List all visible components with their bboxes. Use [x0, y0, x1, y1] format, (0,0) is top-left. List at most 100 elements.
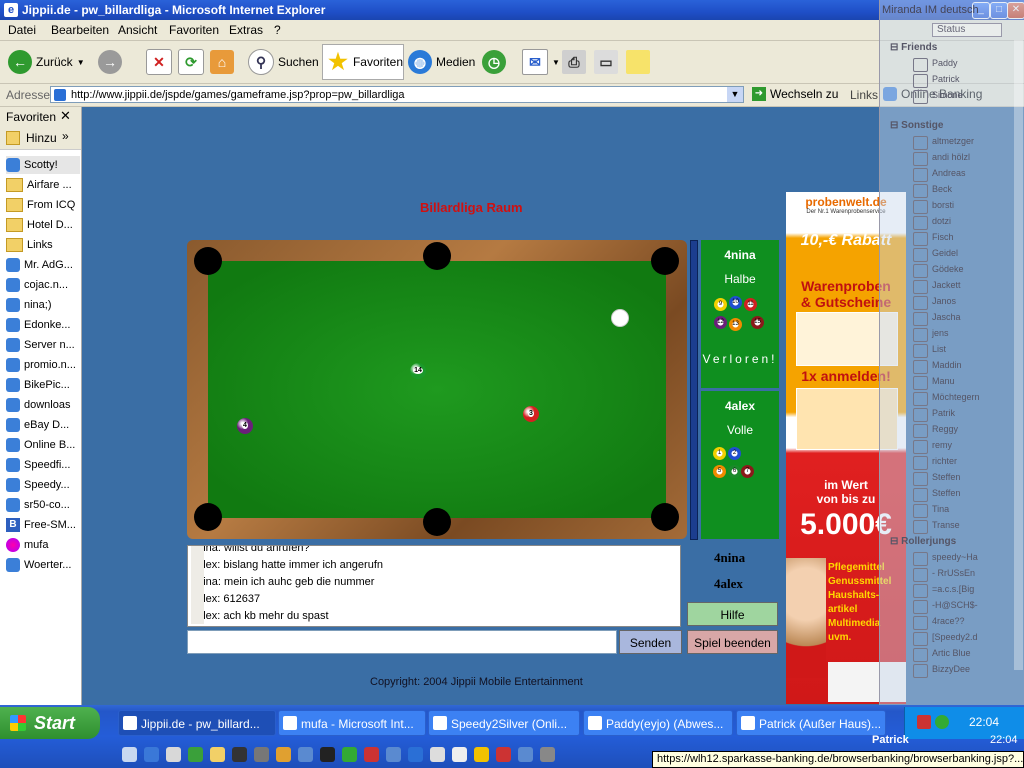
notes-button[interactable] — [626, 47, 650, 77]
home-button[interactable]: ⌂ — [210, 47, 234, 77]
menu-extras[interactable]: Extras — [229, 23, 263, 37]
contact-item[interactable]: Beck — [932, 184, 952, 194]
contact-item[interactable]: Fisch — [932, 232, 954, 242]
collapse-icon[interactable]: ⊟ — [890, 536, 898, 547]
favorite-item[interactable]: BikePic... — [6, 376, 80, 394]
collapse-icon[interactable]: ⊟ — [890, 42, 898, 53]
favorite-item[interactable]: Hotel D... — [6, 216, 80, 234]
forward-button[interactable]: → — [98, 47, 122, 77]
favorite-item[interactable]: B Free-SM... — [6, 516, 80, 534]
menu-datei[interactable]: Datei — [8, 23, 36, 37]
favorite-item[interactable]: eBay D... — [6, 416, 80, 434]
contact-item[interactable]: Paddy — [932, 58, 958, 68]
help-button[interactable]: Hilfe — [687, 602, 778, 626]
links-label[interactable]: Links — [850, 88, 878, 102]
quick-launch-icon[interactable] — [122, 747, 137, 762]
contact-item[interactable]: Patrick — [932, 74, 960, 84]
favorite-item[interactable]: Server n... — [6, 336, 80, 354]
quick-launch-icon[interactable] — [474, 747, 489, 762]
contact-item[interactable]: =a.c.s.[Big — [932, 584, 974, 594]
menu-help[interactable]: ? — [274, 23, 281, 37]
contact-item[interactable]: Steffen — [932, 472, 960, 482]
quick-launch-icon[interactable] — [342, 747, 357, 762]
favorite-item[interactable]: promio.n... — [6, 356, 80, 374]
contact-item[interactable]: Möchtegern — [932, 392, 980, 402]
contact-item[interactable]: Reggy — [932, 424, 958, 434]
back-button[interactable]: ← Zurück ▼ — [8, 47, 85, 77]
quick-launch-icon[interactable] — [232, 747, 247, 762]
contact-item[interactable]: Jackett — [932, 280, 961, 290]
contact-item[interactable]: Jascha — [932, 312, 961, 322]
quick-launch-icon[interactable] — [408, 747, 423, 762]
contact-group[interactable]: ⊟ Friends — [890, 42, 937, 53]
quick-launch-icon[interactable] — [496, 747, 511, 762]
contact-item[interactable]: [Speedy2.d — [932, 632, 978, 642]
contact-item[interactable]: 4race?? — [932, 616, 965, 626]
status-dropdown[interactable]: Status — [932, 23, 1002, 37]
favorite-item[interactable]: Links — [6, 236, 80, 254]
task-patrick[interactable]: Patrick (Außer Haus)... — [736, 710, 886, 736]
chevron-more-icon[interactable]: » — [62, 129, 69, 143]
history-button[interactable]: ◷ — [482, 47, 506, 77]
cue-ball[interactable] — [611, 309, 629, 327]
end-game-button[interactable]: Spiel beenden — [687, 630, 778, 654]
tray-clock[interactable]: 22:04 — [969, 715, 999, 729]
media-button[interactable]: ◍ Medien — [408, 47, 475, 77]
favorite-item[interactable]: Speedfi... — [6, 456, 80, 474]
chevron-down-icon[interactable]: ▼ — [727, 87, 743, 102]
close-icon[interactable]: ✕ — [60, 108, 71, 124]
favorite-item[interactable]: Speedy... — [6, 476, 80, 494]
add-favorite-button[interactable]: Hinzu » — [0, 127, 81, 150]
send-button[interactable]: Senden — [619, 630, 682, 654]
menu-favoriten[interactable]: Favoriten — [169, 23, 219, 37]
contact-item[interactable]: BizzyDee — [932, 664, 970, 674]
mail-button[interactable]: ✉ ▼ — [522, 47, 560, 77]
title-bar[interactable]: e Jippii.de - pw_billardliga - Microsoft… — [0, 0, 1024, 20]
favorite-item[interactable]: nina;) — [6, 296, 80, 314]
contact-item[interactable]: Patrik — [932, 408, 955, 418]
favorite-item[interactable]: Mr. AdG... — [6, 256, 80, 274]
favorite-item[interactable]: Airfare ... — [6, 176, 80, 194]
chat-input[interactable] — [187, 630, 617, 654]
task-speedy2silver[interactable]: Speedy2Silver (Onli... — [428, 710, 580, 736]
tray-flower-icon[interactable] — [935, 715, 949, 729]
pool-table-felt[interactable]: 14 3 4 — [194, 242, 679, 536]
contact-item[interactable]: richter — [932, 456, 957, 466]
edit-button[interactable]: ▭ — [594, 47, 618, 77]
contact-item[interactable]: Transe — [932, 520, 960, 530]
quick-launch-icon[interactable] — [188, 747, 203, 762]
favorite-item[interactable]: Scotty! — [6, 156, 80, 174]
stop-button[interactable]: ✕ — [146, 47, 172, 77]
start-button[interactable]: Start — [0, 707, 100, 739]
contact-item[interactable]: -H@SCH$- — [932, 600, 978, 610]
favorite-item[interactable]: From ICQ — [6, 196, 80, 214]
quick-launch-icon[interactable] — [452, 747, 467, 762]
quick-launch-icon[interactable] — [430, 747, 445, 762]
print-button[interactable]: ⎙ — [562, 47, 586, 77]
quick-launch-icon[interactable] — [298, 747, 313, 762]
chat-scrollbar[interactable] — [191, 546, 204, 624]
favorite-item[interactable]: sr50-co... — [6, 496, 80, 514]
contact-item[interactable]: List — [932, 344, 946, 354]
menu-bearbeiten[interactable]: Bearbeiten — [51, 23, 109, 37]
contact-item[interactable]: Manu — [932, 376, 955, 386]
contact-item[interactable]: Janos — [932, 296, 956, 306]
contact-group[interactable]: ⊟ Sonstige — [890, 120, 943, 131]
favorite-item[interactable]: Edonke... — [6, 316, 80, 334]
contact-item[interactable]: andi hölzl — [932, 152, 970, 162]
tray-app-icon[interactable] — [917, 715, 931, 729]
quick-launch-icon[interactable] — [166, 747, 181, 762]
contact-item[interactable]: Tina — [932, 504, 949, 514]
favorite-item[interactable]: cojac.n... — [6, 276, 80, 294]
contact-item[interactable]: borsti — [932, 200, 954, 210]
contact-item[interactable]: altmetzger — [932, 136, 974, 146]
contact-item[interactable]: Maddin — [932, 360, 962, 370]
quick-launch-icon[interactable] — [320, 747, 335, 762]
contact-item[interactable]: speedy~Ha — [932, 552, 978, 562]
go-button[interactable]: ➜ Wechseln zu — [752, 87, 838, 101]
quick-launch-icon[interactable] — [364, 747, 379, 762]
miranda-scrollbar[interactable] — [1014, 40, 1023, 670]
favorites-button[interactable]: ★ Favoriten — [322, 44, 404, 80]
favorite-item[interactable]: downloas — [6, 396, 80, 414]
quick-launch-icon[interactable] — [276, 747, 291, 762]
